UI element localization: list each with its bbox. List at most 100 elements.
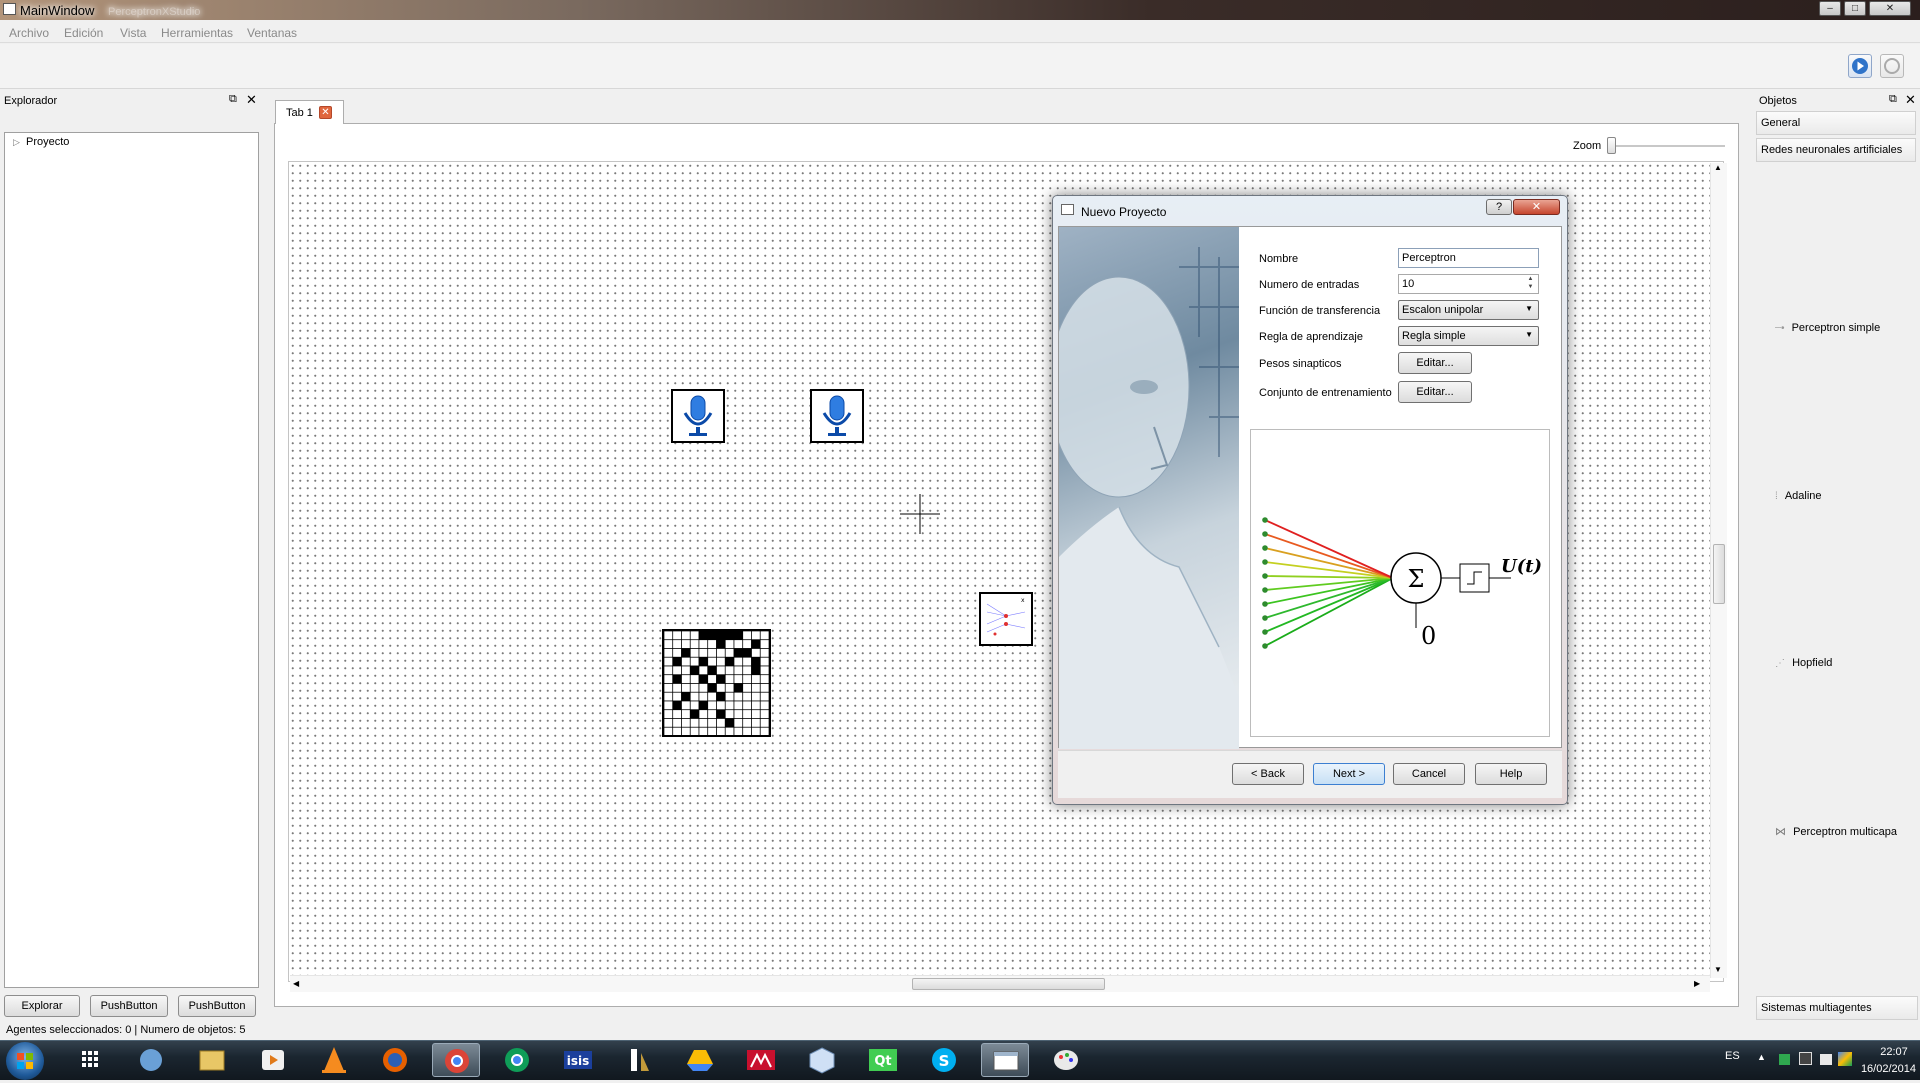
help-title-button[interactable]: ? — [1486, 199, 1512, 215]
clock-date[interactable]: 16/02/2014 — [1833, 1063, 1916, 1075]
scroll-right-icon[interactable]: ▶ — [1694, 979, 1700, 988]
float-dock-icon[interactable]: ⧉ — [1889, 93, 1897, 106]
taskbar-tool[interactable] — [615, 1043, 663, 1077]
menu-edicion[interactable]: Edición — [64, 26, 103, 40]
grid-cell — [751, 648, 761, 658]
taskbar-vlc[interactable] — [310, 1043, 358, 1077]
hopfield-grid-agent[interactable] — [662, 629, 771, 737]
zoom-slider-handle[interactable] — [1607, 137, 1616, 154]
folder-icon — [199, 1050, 225, 1071]
taskbar-explorer[interactable] — [188, 1043, 236, 1077]
category-general[interactable]: General — [1756, 111, 1916, 135]
funcion-select[interactable]: Escalon unipolar ▼ — [1398, 300, 1539, 320]
taskbar-apps[interactable] — [66, 1043, 114, 1077]
taskbar-mplab[interactable] — [737, 1043, 785, 1077]
tree-item-proyecto[interactable]: Proyecto — [26, 136, 69, 148]
crosshair-cursor — [900, 494, 940, 534]
taskbar-network[interactable] — [127, 1043, 175, 1077]
zoom-slider-track[interactable] — [1610, 145, 1725, 147]
taskbar-skype[interactable]: S — [920, 1043, 968, 1077]
next-button[interactable]: Next > — [1313, 763, 1385, 785]
explorar-button[interactable]: Explorar — [4, 995, 80, 1017]
clock-time[interactable]: 22:07 — [1872, 1046, 1916, 1058]
microphone-agent[interactable] — [671, 389, 725, 443]
back-button[interactable]: < Back — [1232, 763, 1304, 785]
dialog-close-button[interactable]: ✕ — [1513, 199, 1560, 215]
run-button[interactable] — [1848, 54, 1872, 78]
pushbutton-2[interactable]: PushButton — [178, 995, 256, 1017]
category-rna[interactable]: Redes neuronales artificiales — [1756, 138, 1916, 162]
output-label: U(t) — [1501, 556, 1542, 577]
object-hopfield[interactable]: ⋰ Hopfield — [1775, 657, 1832, 669]
microphone-agent[interactable] — [810, 389, 864, 443]
help-button[interactable]: Help — [1475, 763, 1547, 785]
taskbar-media[interactable] — [249, 1043, 297, 1077]
language-indicator[interactable]: ES — [1725, 1050, 1740, 1062]
grid-cell — [742, 718, 752, 728]
horizontal-scrollbar[interactable]: ◀ ▶ — [290, 975, 1710, 992]
grid-cell — [707, 674, 717, 684]
grid-cell — [716, 665, 726, 676]
conjunto-editar-button[interactable]: Editar... — [1398, 381, 1472, 403]
close-icon[interactable]: ✕ — [319, 106, 332, 119]
grid-cell — [663, 674, 674, 684]
grid-cell — [681, 726, 691, 737]
refresh-button[interactable] — [1880, 54, 1904, 78]
scroll-up-icon[interactable]: ▲ — [1714, 163, 1722, 172]
expand-arrow-icon[interactable]: ▷ — [13, 137, 20, 148]
object-adaline[interactable]: ⁞ Adaline — [1775, 490, 1822, 502]
tray-window-icon[interactable] — [1799, 1052, 1812, 1065]
window-app-icon — [993, 1051, 1019, 1071]
hscroll-thumb[interactable] — [912, 978, 1105, 990]
taskbar-drive[interactable] — [676, 1043, 724, 1077]
scroll-down-icon[interactable]: ▼ — [1714, 965, 1722, 974]
vertical-scrollbar[interactable]: ▲ ▼ — [1710, 163, 1727, 978]
start-button[interactable] — [6, 1042, 44, 1080]
tab-1[interactable]: Tab 1 ✕ — [275, 100, 344, 124]
vscroll-thumb[interactable] — [1713, 544, 1725, 604]
grid-cell — [698, 648, 709, 658]
spin-arrows-icon[interactable]: ▲ ▼ — [1523, 275, 1538, 293]
tray-green-icon[interactable] — [1779, 1054, 1790, 1065]
grid-cell — [698, 683, 709, 693]
taskbar-firefox[interactable] — [371, 1043, 419, 1077]
menu-archivo[interactable]: Archivo — [9, 26, 49, 40]
grid-cell — [759, 709, 770, 719]
nombre-input[interactable]: Perceptron — [1398, 248, 1539, 268]
taskbar-chrome-2[interactable] — [493, 1043, 541, 1077]
close-dock-icon[interactable]: ✕ — [246, 92, 257, 108]
neural-net-agent[interactable]: x — [979, 592, 1033, 646]
pushbutton-1[interactable]: PushButton — [90, 995, 168, 1017]
regla-select[interactable]: Regla simple ▼ — [1398, 326, 1539, 346]
taskbar-qt[interactable]: Qt — [859, 1043, 907, 1077]
taskbar-chrome-1[interactable] — [432, 1043, 480, 1077]
input-node — [1262, 531, 1268, 537]
float-dock-icon[interactable]: ⧉ — [229, 93, 237, 106]
tray-arrow-icon[interactable]: ▲ — [1757, 1052, 1766, 1062]
scroll-left-icon[interactable]: ◀ — [293, 979, 299, 988]
regla-label: Regla de aprendizaje — [1259, 331, 1363, 343]
vlc-cone-icon — [322, 1047, 346, 1073]
zoom-label: Zoom — [1573, 140, 1602, 152]
taskbar-isis[interactable]: isis — [554, 1043, 602, 1077]
menu-herramientas[interactable]: Herramientas — [161, 26, 233, 40]
cancel-button[interactable]: Cancel — [1393, 763, 1465, 785]
close-window-button[interactable]: ✕ — [1869, 1, 1911, 16]
taskbar-mainwindow[interactable] — [981, 1043, 1029, 1077]
menu-ventanas[interactable]: Ventanas — [247, 26, 297, 40]
entradas-spinbox[interactable]: 10 — [1398, 274, 1539, 294]
maximize-button[interactable]: □ — [1844, 1, 1866, 16]
minimize-button[interactable]: – — [1819, 1, 1841, 16]
pesos-editar-button[interactable]: Editar... — [1398, 352, 1472, 374]
grid-cell — [672, 700, 682, 711]
taskbar-virtualbox[interactable] — [798, 1043, 846, 1077]
taskbar-paint[interactable] — [1042, 1043, 1090, 1077]
grid-cell — [733, 726, 744, 737]
object-perceptron-simple[interactable]: ┄• Perceptron simple — [1775, 322, 1880, 334]
tray-network-icon[interactable] — [1820, 1054, 1832, 1065]
svg-text:isis: isis — [567, 1054, 590, 1068]
menu-vista[interactable]: Vista — [120, 26, 146, 40]
category-sma[interactable]: Sistemas multiagentes — [1756, 996, 1918, 1020]
close-dock-icon[interactable]: ✕ — [1905, 92, 1916, 108]
object-perceptron-multicapa[interactable]: ⋈ Perceptron multicapa — [1775, 825, 1897, 838]
